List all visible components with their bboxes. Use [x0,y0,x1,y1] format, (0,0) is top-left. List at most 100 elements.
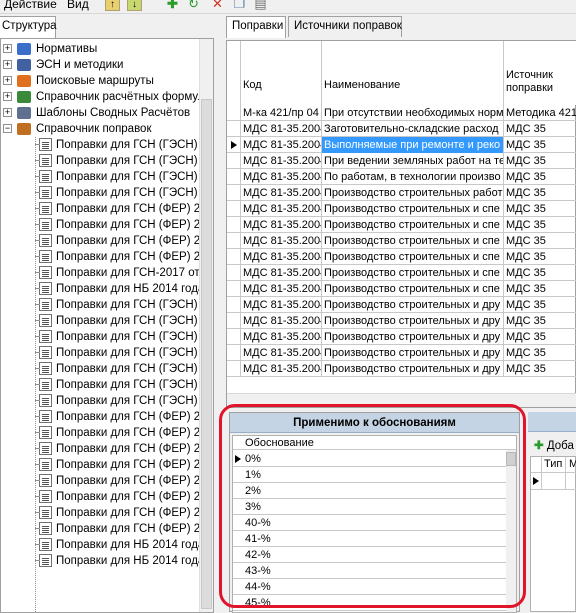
tab-corrections[interactable]: Поправки [226,16,286,38]
cell-name[interactable]: Производство строительных и спе [322,233,504,249]
tree-child-item[interactable]: Поправки для ГСН (ФЕР) 20 [56,505,207,521]
table-row[interactable]: МДС 81-35.2004 Производство строительных … [227,361,576,377]
cell-code[interactable]: МДС 81-35.2004 [241,217,322,233]
cell-code[interactable]: МДС 81-35.2004 [241,297,322,313]
cell-code[interactable]: МДС 81-35.2004 [241,313,322,329]
up-arrow-icon[interactable]: ↑ [105,0,120,11]
tree-item[interactable]: Справочник поправок [36,121,152,137]
table-row[interactable]: МДС 81-35.2004 Производство строительных … [227,297,576,313]
justification-scroll-thumb[interactable] [506,452,516,466]
list-item[interactable]: 43-% [233,563,508,579]
list-item[interactable]: 1% [233,467,508,483]
cell-name[interactable]: Производство строительных и спе [322,265,504,281]
cell-source[interactable]: МДС 35 [504,329,576,345]
tree-child-item[interactable]: Поправки для ГСН (ФЕР) 2 [56,201,200,217]
add-icon[interactable]: ✚ [165,0,180,11]
cell-name[interactable]: Производство строительных и дру [322,361,504,377]
cell-code[interactable]: МДС 81-35.2004 [241,121,322,137]
cell-name[interactable]: По работам, в технологии произво [322,169,504,185]
tree-child-item[interactable]: Поправки для ГСН (ФЕР) 20 [56,473,207,489]
cell-name[interactable]: Производство строительных и спе [322,249,504,265]
cell-source[interactable]: Методика 421 [504,105,576,121]
table-row[interactable]: МДС 81-35.2004 Производство строительных … [227,185,576,201]
column-header-justification[interactable]: Обоснование [233,436,516,450]
cell-name[interactable]: Производство строительных и дру [322,345,504,361]
expand-icon[interactable]: + [3,44,12,53]
tree-child-item[interactable]: Поправки для ГСН (ГЭСН) 2 [56,361,207,377]
down-arrow-icon[interactable]: ↓ [127,0,142,11]
cell-code[interactable]: МДС 81-35.2004 [241,329,322,345]
cell-source[interactable]: МДС 35 [504,153,576,169]
cell-source[interactable]: МДС 35 [504,185,576,201]
tree-child-item[interactable]: Поправки для ГСН (ФЕР) 20 [56,441,207,457]
table-row[interactable]: МДС 81-35.2004 Заготовительно-складские р… [227,121,576,137]
cell-name[interactable]: Производство строительных и спе [322,217,504,233]
cell-name[interactable]: Производство строительных и дру [322,313,504,329]
tree-child-item[interactable]: Поправки для ГСН (ФЕР) 2 [56,249,200,265]
add-button[interactable]: ✚ Доба [534,438,574,452]
tree-child-item[interactable]: Поправки для ГСН (ФЕР) 20 [56,425,207,441]
expand-icon[interactable]: + [3,60,12,69]
cell-code[interactable]: МДС 81-35.2004 [241,249,322,265]
menu-action[interactable]: Действие [4,0,57,11]
column-header-type[interactable]: Тип [544,458,562,470]
delete-icon[interactable]: ✕ [210,0,225,11]
cell-code[interactable]: МДС 81-35.2004 [241,185,322,201]
justification-scrollbar[interactable] [506,450,516,612]
tree-child-item[interactable]: Поправки для ГСН (ФЕР) 20 [56,457,207,473]
cell-name[interactable]: При отсутствии необходимых норм [322,105,504,121]
tree-child-item[interactable]: Поправки для ГСН (ГЭСН) 2 [56,313,207,329]
cell-name[interactable]: Производство строительных и спе [322,281,504,297]
tree-scrollbar[interactable] [199,39,213,612]
cell-code[interactable]: МДС 81-35.2004 [241,137,322,153]
tree-child-item[interactable]: Поправки для ГСН (ГЭСН) 2 [56,137,207,153]
cell-name[interactable]: При ведении земляных работ на те [322,153,504,169]
cell-name[interactable]: Производство строительных и дру [322,297,504,313]
cell-source[interactable]: МДС 35 [504,217,576,233]
table-row[interactable]: МДС 81-35.2004 Выполняемые при ремонте и … [227,137,576,153]
cell-code[interactable]: МДС 81-35.2004 [241,153,322,169]
table-row[interactable]: МДС 81-35.2004 Производство строительных … [227,265,576,281]
cell-source[interactable]: МДС 35 [504,297,576,313]
grid-horizontal-scrollbar[interactable] [227,393,576,407]
cell-source[interactable]: МДС 35 [504,137,576,153]
table-row[interactable]: МДС 81-35.2004 Производство строительных … [227,313,576,329]
cell-source[interactable]: МДС 35 [504,233,576,249]
list-item[interactable]: 45-% [233,595,508,611]
tree-child-item[interactable]: Поправки для ГСН (ФЕР) 20 [56,409,207,425]
cell-code[interactable]: МДС 81-35.2004 [241,201,322,217]
table-row[interactable]: М-ка 421/пр 04 При отсутствии необходимых… [227,105,576,121]
list-item[interactable]: 41-% [233,531,508,547]
table-row[interactable]: МДС 81-35.2004 Производство строительных … [227,233,576,249]
cell-source[interactable]: МДС 35 [504,121,576,137]
cell-source[interactable]: МДС 35 [504,281,576,297]
cell-name[interactable]: Производство строительных и дру [322,329,504,345]
tree-item[interactable]: Поисковые маршруты [36,73,154,89]
tree-item[interactable]: Справочник расчётных формул [36,89,205,105]
tree-child-item[interactable]: Поправки для ГСН (ГЭСН) 2 [56,169,207,185]
column-header-name[interactable]: Наименование [322,41,504,105]
cell-name[interactable]: Заготовительно-складские расход [322,121,504,137]
cell-name[interactable]: Выполняемые при ремонте и реко [322,137,504,153]
list-item[interactable]: 40-% [233,515,508,531]
cell-source[interactable]: МДС 35 [504,361,576,377]
column-header-source[interactable]: Источник поправки [504,41,576,105]
panel-splitter[interactable] [214,38,226,613]
table-row[interactable]: МДС 81-35.2004 Производство строительных … [227,329,576,345]
cell-name[interactable]: Производство строительных работ [322,185,504,201]
cell-source[interactable]: МДС 35 [504,345,576,361]
tree-child-item[interactable]: Поправки для ГСН (ФЕР) 2 [56,217,200,233]
table-row[interactable]: МДС 81-35.2004 Производство строительных … [227,201,576,217]
tree-child-item[interactable]: Поправки для ГСН (ФЕР) 20 [56,489,207,505]
cell-code[interactable]: М-ка 421/пр 04 [241,105,322,121]
expand-icon[interactable]: + [3,92,12,101]
tree-child-item[interactable]: Поправки для ГСН (ФЕР) 2 [56,233,200,249]
cell-code[interactable]: МДС 81-35.2004 [241,281,322,297]
tree-child-item[interactable]: Поправки для НБ 2014 года [56,537,204,553]
table-row[interactable]: МДС 81-35.2004 При ведении земляных работ… [227,153,576,169]
tree-child-item[interactable]: Поправки для ГСН (ГЭСН) 2 [56,345,207,361]
table-row[interactable]: МДС 81-35.2004 Производство строительных … [227,281,576,297]
cell-code[interactable]: МДС 81-35.2004 [241,345,322,361]
tree-child-item[interactable]: Поправки для ГСН-2017 от [56,265,200,281]
tree-child-item[interactable]: Поправки для НБ 2014 года [56,553,204,569]
